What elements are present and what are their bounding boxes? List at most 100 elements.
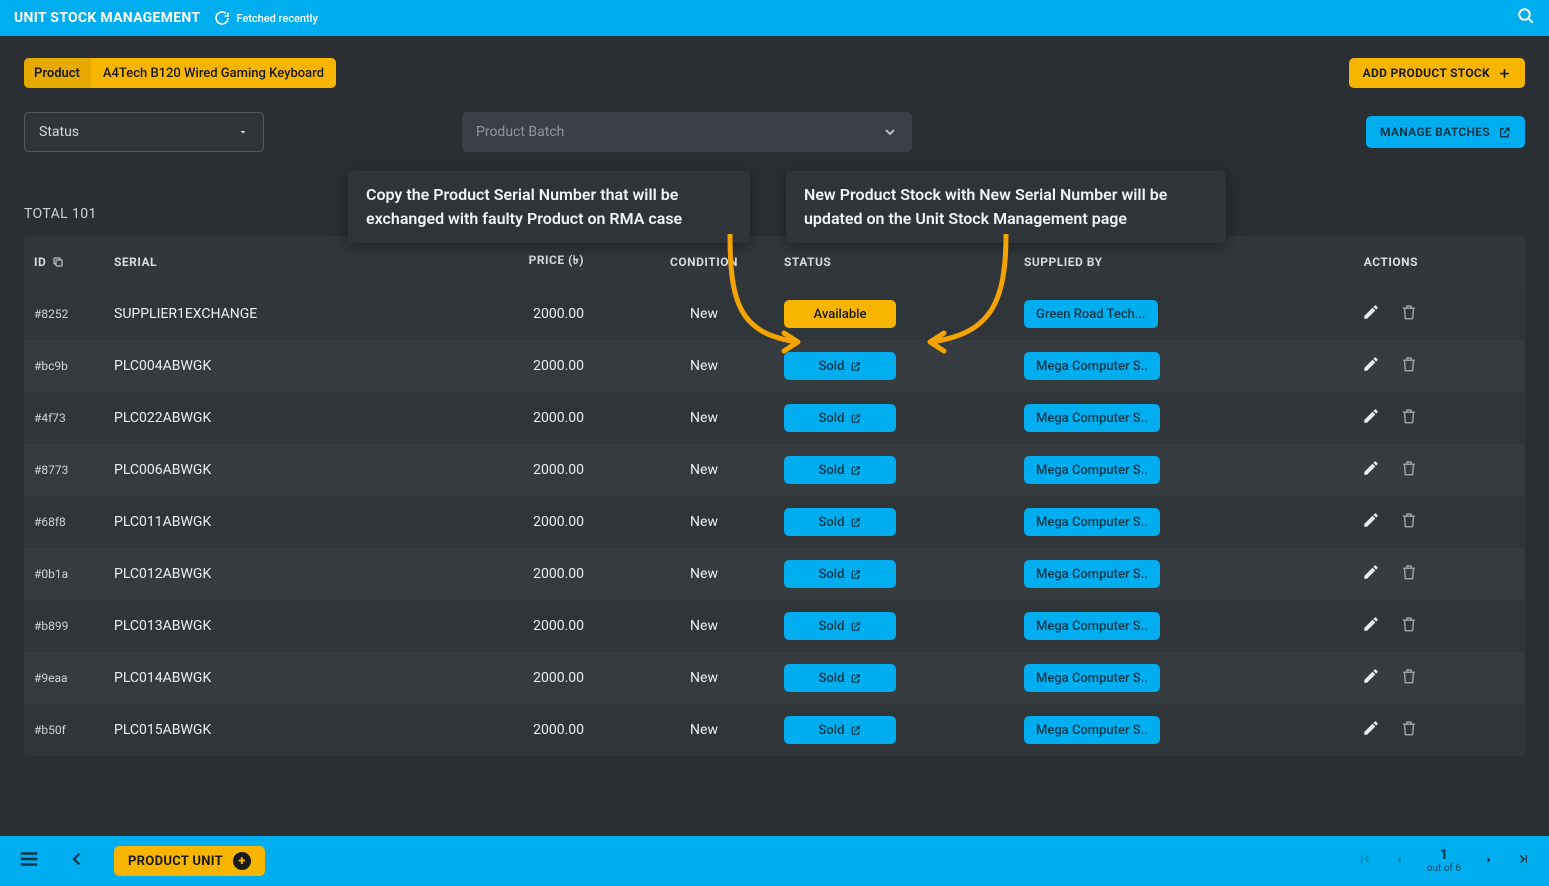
cell-supplier: Mega Computer S.. — [1024, 612, 1284, 640]
cell-actions — [1284, 511, 1424, 533]
search-button[interactable] — [1517, 7, 1535, 29]
supplier-chip[interactable]: Mega Computer S.. — [1024, 612, 1160, 640]
cell-status: Sold — [784, 664, 1024, 692]
status-chip[interactable]: Sold — [784, 404, 896, 432]
delete-button[interactable] — [1400, 407, 1418, 429]
product-chip-label: Product — [24, 58, 91, 88]
cell-id: #b899 — [34, 619, 114, 633]
cell-serial: PLC014ABWGK — [114, 670, 474, 686]
product-batch-placeholder: Product Batch — [476, 124, 564, 140]
status-chip[interactable]: Sold — [784, 716, 896, 744]
cell-condition: New — [624, 462, 784, 478]
chevron-left-icon — [68, 850, 86, 868]
pager-last[interactable] — [1517, 851, 1531, 870]
table-row: #68f8PLC011ABWGK2000.00NewSold Mega Comp… — [24, 496, 1525, 548]
status-chip[interactable]: Available — [784, 300, 896, 328]
col-price[interactable]: PRICE (৳) — [474, 252, 624, 272]
chevron-bar-left-icon — [1357, 852, 1371, 866]
delete-button[interactable] — [1400, 615, 1418, 637]
delete-button[interactable] — [1400, 563, 1418, 585]
cell-price: 2000.00 — [474, 566, 624, 582]
edit-button[interactable] — [1362, 511, 1380, 533]
edit-button[interactable] — [1362, 563, 1380, 585]
supplier-chip[interactable]: Mega Computer S.. — [1024, 664, 1160, 692]
menu-button[interactable] — [18, 848, 40, 874]
cell-price: 2000.00 — [474, 306, 624, 322]
manage-batches-button[interactable]: MANAGE BATCHES — [1366, 116, 1525, 148]
plus-icon — [1498, 67, 1511, 80]
edit-button[interactable] — [1362, 459, 1380, 481]
col-condition[interactable]: CONDITION — [624, 255, 784, 269]
status-filter-label: Status — [39, 124, 79, 140]
search-icon — [1517, 7, 1535, 25]
pager-prev[interactable] — [1393, 851, 1405, 870]
cell-price: 2000.00 — [474, 618, 624, 634]
supplier-chip[interactable]: Mega Computer S.. — [1024, 560, 1160, 588]
refresh-status[interactable]: Fetched recently — [214, 10, 317, 26]
delete-button[interactable] — [1400, 355, 1418, 377]
supplier-chip[interactable]: Mega Computer S.. — [1024, 508, 1160, 536]
supplier-chip[interactable]: Mega Computer S.. — [1024, 404, 1160, 432]
edit-button[interactable] — [1362, 355, 1380, 377]
breadcrumb-chip[interactable]: PRODUCT UNIT + — [114, 846, 265, 876]
fetch-status-text: Fetched recently — [236, 12, 317, 25]
total-count: TOTAL 101 — [24, 206, 1525, 222]
cell-price: 2000.00 — [474, 410, 624, 426]
delete-button[interactable] — [1400, 719, 1418, 741]
status-chip[interactable]: Sold — [784, 508, 896, 536]
cell-supplier: Green Road Tech... — [1024, 300, 1284, 328]
pager-first[interactable] — [1357, 851, 1371, 870]
cell-supplier: Mega Computer S.. — [1024, 560, 1284, 588]
cell-serial: SUPPLIER1EXCHANGE — [114, 306, 474, 322]
edit-button[interactable] — [1362, 719, 1380, 741]
delete-button[interactable] — [1400, 511, 1418, 533]
tooltip-copy-serial: Copy the Product Serial Number that will… — [348, 171, 750, 243]
cell-condition: New — [624, 410, 784, 426]
external-link-icon — [1498, 126, 1511, 139]
pager: 1 out of 6 — [1357, 848, 1531, 874]
status-filter[interactable]: Status — [24, 112, 264, 152]
pager-current: 1 — [1440, 848, 1448, 863]
table-row: #0b1aPLC012ABWGK2000.00NewSold Mega Comp… — [24, 548, 1525, 600]
supplier-chip[interactable]: Mega Computer S.. — [1024, 716, 1160, 744]
table-header: ID SERIAL PRICE (৳) CONDITION STATUS SUP… — [24, 236, 1525, 288]
cell-supplier: Mega Computer S.. — [1024, 508, 1284, 536]
cell-serial: PLC011ABWGK — [114, 514, 474, 530]
pager-next[interactable] — [1483, 851, 1495, 870]
chevron-bar-right-icon — [1517, 852, 1531, 866]
back-button[interactable] — [68, 850, 86, 872]
footer-bar: PRODUCT UNIT + 1 out of 6 — [0, 836, 1549, 886]
product-batch-filter[interactable]: Product Batch — [462, 112, 912, 152]
cell-actions — [1284, 615, 1424, 637]
status-chip[interactable]: Sold — [784, 664, 896, 692]
supplier-chip[interactable]: Green Road Tech... — [1024, 300, 1158, 328]
supplier-chip[interactable]: Mega Computer S.. — [1024, 352, 1160, 380]
delete-button[interactable] — [1400, 667, 1418, 689]
refresh-icon — [214, 10, 230, 26]
status-chip[interactable]: Sold — [784, 612, 896, 640]
edit-button[interactable] — [1362, 303, 1380, 325]
col-id[interactable]: ID — [34, 255, 114, 269]
delete-button[interactable] — [1400, 303, 1418, 325]
add-product-stock-button[interactable]: ADD PRODUCT STOCK — [1349, 58, 1525, 88]
col-serial[interactable]: SERIAL — [114, 255, 474, 269]
col-supplied-by[interactable]: SUPPLIED BY — [1024, 255, 1284, 269]
edit-button[interactable] — [1362, 615, 1380, 637]
edit-button[interactable] — [1362, 667, 1380, 689]
status-chip[interactable]: Sold — [784, 456, 896, 484]
status-chip[interactable]: Sold — [784, 560, 896, 588]
cell-price: 2000.00 — [474, 462, 624, 478]
col-status[interactable]: STATUS — [784, 255, 1024, 269]
delete-button[interactable] — [1400, 459, 1418, 481]
status-chip[interactable]: Sold — [784, 352, 896, 380]
cell-id: #4f73 — [34, 411, 114, 425]
cell-supplier: Mega Computer S.. — [1024, 716, 1284, 744]
cell-actions — [1284, 667, 1424, 689]
edit-button[interactable] — [1362, 407, 1380, 429]
table-row: #8252SUPPLIER1EXCHANGE2000.00NewAvailabl… — [24, 288, 1525, 340]
cell-id: #8252 — [34, 307, 114, 321]
cell-actions — [1284, 563, 1424, 585]
stock-table: ID SERIAL PRICE (৳) CONDITION STATUS SUP… — [24, 236, 1525, 756]
cell-actions — [1284, 719, 1424, 741]
supplier-chip[interactable]: Mega Computer S.. — [1024, 456, 1160, 484]
